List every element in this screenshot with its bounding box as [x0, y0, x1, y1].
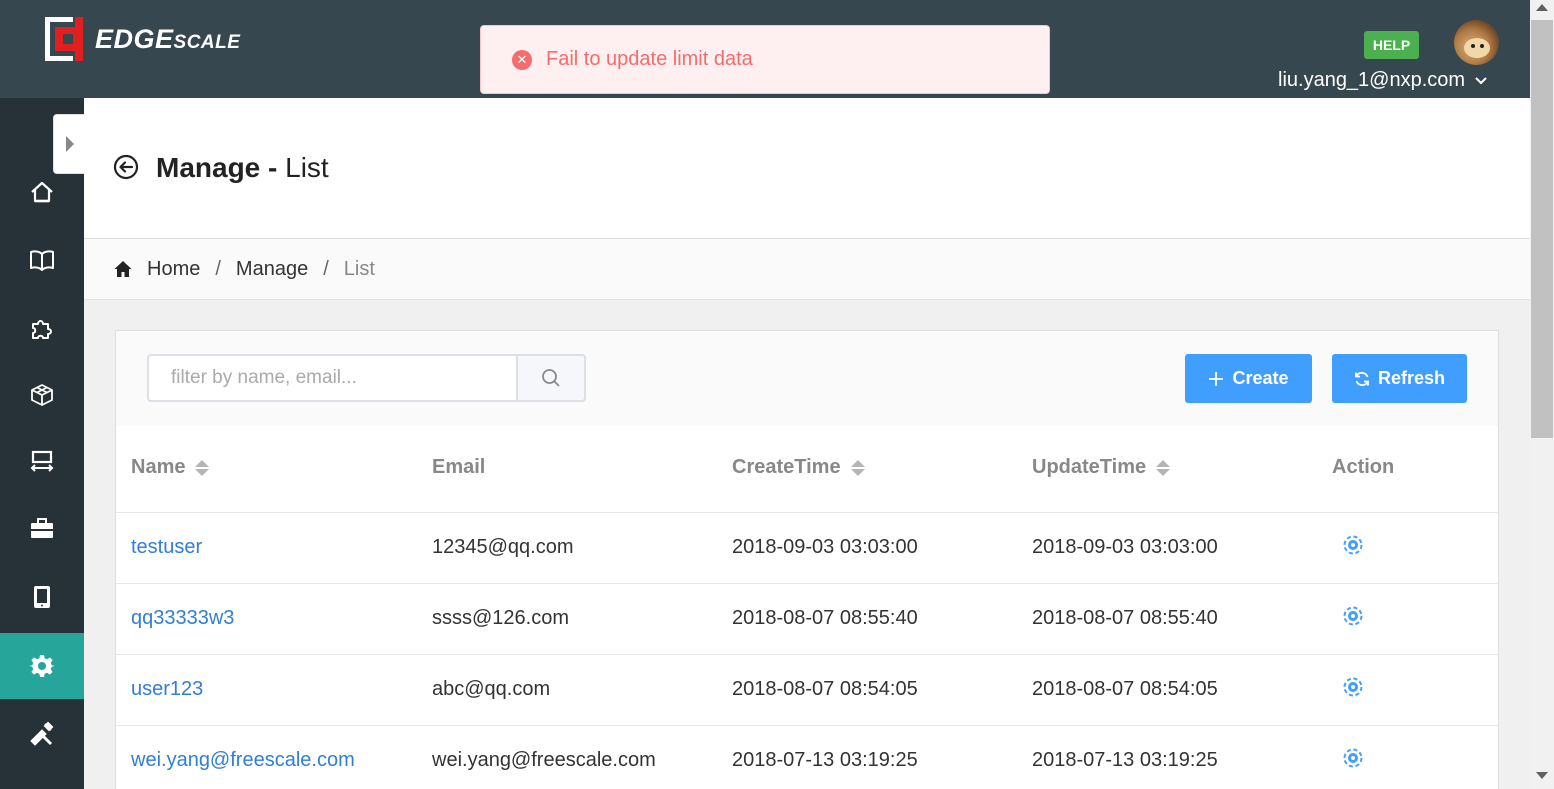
puzzle-icon: [32, 320, 52, 339]
row-settings-button[interactable]: [1342, 747, 1364, 775]
search-icon: [542, 369, 560, 387]
logo-text: EDGESCALE: [95, 23, 241, 54]
sidebar: [0, 98, 84, 789]
create-time: 2018-07-13 03:19:25: [732, 749, 918, 771]
user-email-label: liu.yang_1@nxp.com: [1278, 69, 1466, 91]
settings-icon: [1343, 535, 1363, 555]
update-time: 2018-08-07 08:55:40: [1032, 607, 1218, 629]
settings-icon: [1343, 677, 1363, 697]
search-button[interactable]: [516, 354, 586, 402]
chevron-down-icon: [1475, 76, 1487, 84]
scroll-down-arrow-icon[interactable]: [1536, 772, 1548, 779]
sort-icon[interactable]: [1156, 459, 1171, 476]
user-menu[interactable]: liu.yang_1@nxp.com: [1278, 69, 1487, 92]
sidebar-item-tools[interactable]: [0, 700, 84, 766]
caret-right-icon: [65, 136, 74, 152]
column-header-email: Email: [432, 456, 486, 478]
breadcrumb: Home / Manage / List: [84, 239, 1530, 300]
settings-icon: [1343, 748, 1363, 768]
scroll-up-arrow-icon[interactable]: [1536, 4, 1548, 11]
update-time: 2018-08-07 08:54:05: [1032, 678, 1218, 700]
breadcrumb-separator: /: [215, 257, 221, 280]
sort-icon[interactable]: [850, 459, 865, 476]
row-settings-button[interactable]: [1342, 605, 1364, 633]
back-arrow-icon[interactable]: [113, 154, 139, 180]
page-header: Manage - List: [84, 98, 1530, 239]
sidebar-item-apps[interactable]: [0, 295, 84, 361]
column-header-name[interactable]: Name: [131, 456, 210, 479]
column-header-action: Action: [1332, 456, 1395, 478]
transfer-icon: [30, 450, 54, 472]
sort-icon[interactable]: [195, 459, 210, 476]
update-time: 2018-09-03 03:03:00: [1032, 536, 1218, 558]
sidebar-item-docs[interactable]: [0, 227, 84, 293]
create-time: 2018-09-03 03:03:00: [732, 536, 918, 558]
plus-icon: [1209, 371, 1224, 386]
help-button[interactable]: HELP: [1364, 31, 1419, 59]
table-row: user123 abc@qq.com 2018-08-07 08:54:05 2…: [116, 655, 1498, 726]
sidebar-item-settings[interactable]: [0, 633, 84, 699]
user-email: abc@qq.com: [432, 678, 551, 700]
home-icon: [114, 261, 132, 277]
sidebar-item-deploy[interactable]: [0, 429, 84, 495]
book-icon: [30, 250, 54, 271]
cube-icon: [31, 384, 53, 406]
error-toast: ✕ Fail to update limit data: [480, 25, 1050, 94]
user-name-link[interactable]: wei.yang@freescale.com: [131, 749, 355, 772]
refresh-button[interactable]: Refresh: [1332, 354, 1467, 403]
settings-icon: [1343, 606, 1363, 626]
tools-icon: [30, 721, 54, 746]
edgescale-logo[interactable]: EDGESCALE: [45, 17, 240, 61]
refresh-icon: [1355, 371, 1369, 386]
tablet-icon: [34, 586, 50, 608]
gear-icon: [29, 655, 55, 677]
table-header: Name Email CreateTime UpdateTime Action: [116, 426, 1498, 513]
user-email: 12345@qq.com: [432, 536, 574, 558]
breadcrumb-list: List: [343, 257, 375, 280]
scrollbar-thumb[interactable]: [1531, 20, 1553, 438]
logo-mark-icon: [45, 17, 91, 61]
home-icon: [31, 181, 53, 203]
sidebar-item-devices[interactable]: [0, 564, 84, 630]
create-time: 2018-08-07 08:54:05: [732, 678, 918, 700]
breadcrumb-manage[interactable]: Manage: [236, 258, 308, 281]
breadcrumb-home[interactable]: Home: [147, 258, 200, 281]
toast-message: Fail to update limit data: [546, 48, 753, 70]
search-input[interactable]: [147, 354, 517, 402]
user-name-link[interactable]: user123: [131, 678, 203, 701]
sidebar-item-services[interactable]: [0, 496, 84, 562]
create-button[interactable]: Create: [1185, 354, 1312, 403]
user-name-link[interactable]: qq33333w3: [131, 607, 234, 630]
sidebar-collapse-toggle[interactable]: [53, 114, 85, 174]
avatar[interactable]: [1454, 20, 1499, 65]
page-title: Manage - List: [156, 152, 329, 183]
row-settings-button[interactable]: [1342, 534, 1364, 562]
user-email: ssss@126.com: [432, 607, 570, 629]
column-header-updatetime[interactable]: UpdateTime: [1032, 456, 1171, 479]
update-time: 2018-07-13 03:19:25: [1032, 749, 1218, 771]
sidebar-item-solutions[interactable]: [0, 362, 84, 428]
table-row: qq33333w3 ssss@126.com 2018-08-07 08:55:…: [116, 584, 1498, 655]
row-settings-button[interactable]: [1342, 676, 1364, 704]
breadcrumb-separator: /: [323, 257, 329, 280]
user-list-card: Create Refresh Name Email CreateTime Upd…: [115, 330, 1499, 789]
column-header-createtime[interactable]: CreateTime: [732, 456, 865, 479]
list-toolbar: Create Refresh: [116, 331, 1498, 426]
close-circle-icon: ✕: [512, 49, 532, 70]
table-row: testuser 12345@qq.com 2018-09-03 03:03:0…: [116, 513, 1498, 584]
user-name-link[interactable]: testuser: [131, 536, 202, 559]
user-email: wei.yang@freescale.com: [432, 749, 656, 771]
table-row: wei.yang@freescale.com wei.yang@freescal…: [116, 726, 1498, 789]
briefcase-icon: [31, 518, 53, 538]
create-time: 2018-08-07 08:55:40: [732, 607, 918, 629]
